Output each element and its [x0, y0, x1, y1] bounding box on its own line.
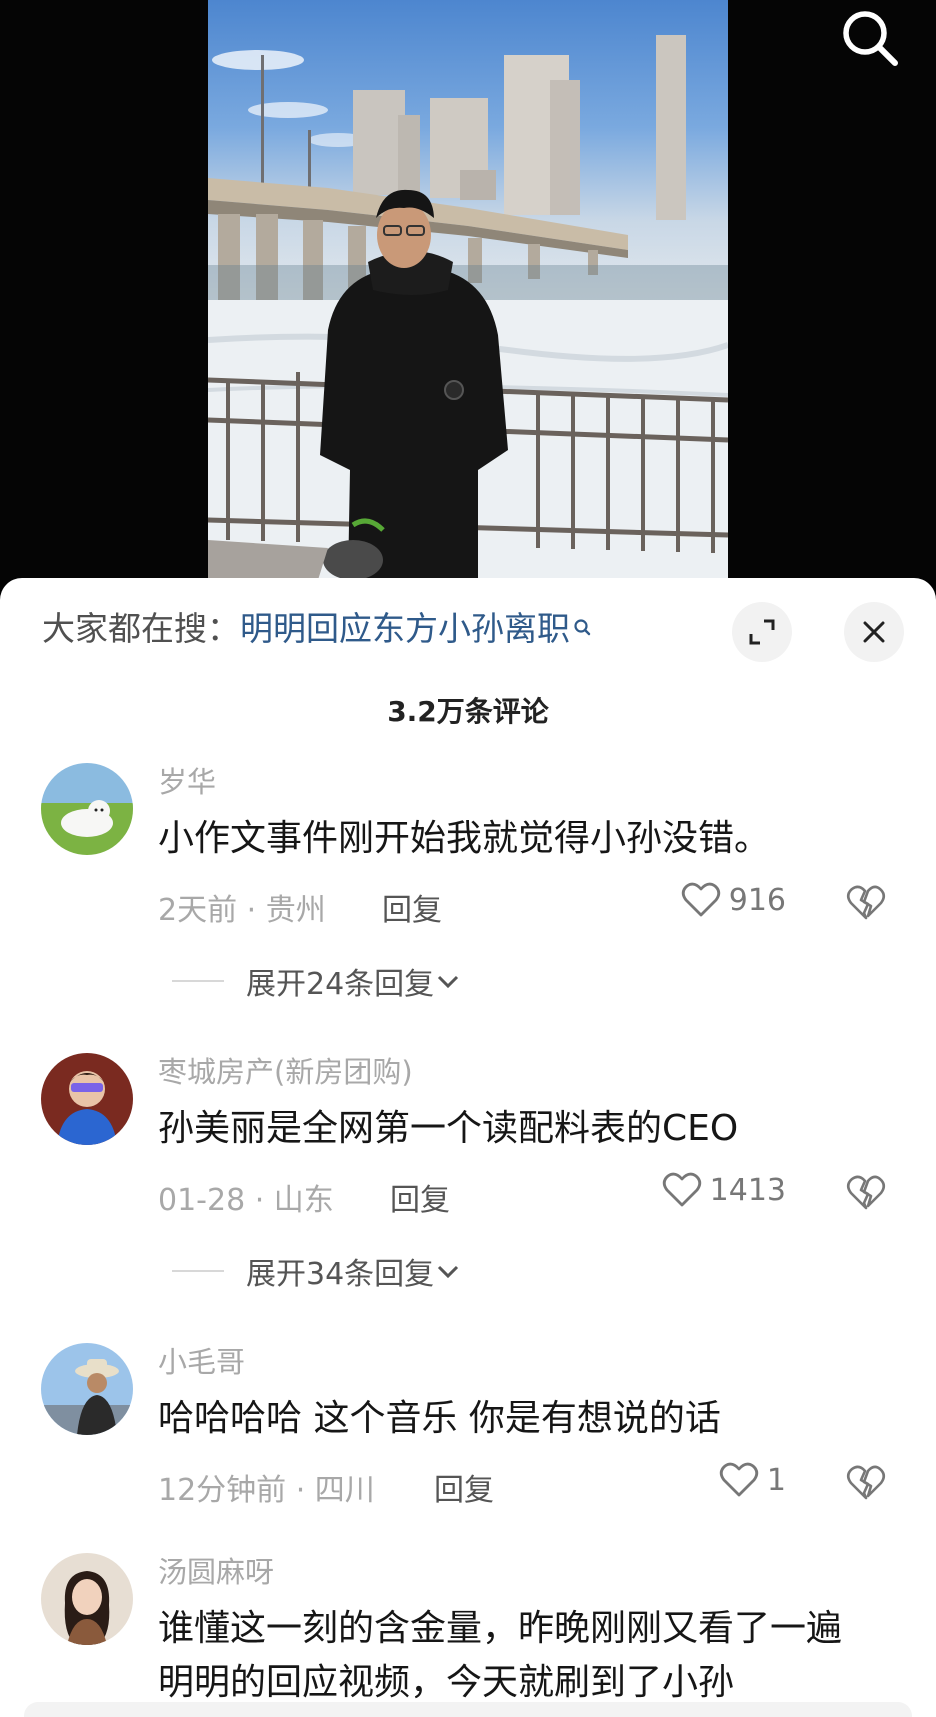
dislike-button[interactable] — [846, 883, 886, 923]
search-suggestion-prefix: 大家都在搜： — [42, 609, 240, 648]
dislike-button[interactable] — [846, 1463, 886, 1503]
avatar[interactable] — [41, 763, 133, 855]
close-icon — [863, 621, 885, 643]
broken-heart-icon — [846, 1175, 886, 1210]
like-button[interactable]: 1 — [719, 1461, 786, 1499]
broken-heart-icon — [846, 885, 886, 920]
comment-sheet: 大家都在搜：明明回应东方小孙离职 3.2万条评论 岁华 小作文事件刚开始我就觉得 — [0, 578, 936, 1717]
comment-text: 小作文事件刚开始我就觉得小孙没错。 — [158, 818, 771, 859]
comment-username[interactable]: 汤圆麻呀 — [158, 1549, 274, 1591]
like-count: 916 — [728, 882, 786, 918]
comment-username[interactable]: 枣城房产(新房团购) — [158, 1049, 413, 1091]
comment-username[interactable]: 小毛哥 — [158, 1339, 245, 1381]
heart-outline-icon — [681, 882, 720, 917]
comment-text: 谁懂这一刻的含金量，昨晚刚刚又看了一遍 — [158, 1608, 843, 1649]
avatar[interactable] — [41, 1053, 133, 1145]
search-suggestion[interactable]: 大家都在搜：明明回应东方小孙离职 — [42, 606, 592, 652]
reply-button[interactable]: 回复 — [434, 1465, 494, 1509]
avatar[interactable] — [41, 1343, 133, 1435]
expand-icon — [749, 619, 775, 645]
expand-replies-label: 展开24条回复 — [246, 967, 435, 1002]
chevron-down-icon — [438, 975, 459, 989]
video-player[interactable] — [0, 0, 936, 580]
comment-meta: 01-28 · 山东 — [158, 1183, 334, 1218]
comment-text-line2: 明明的回应视频，今天就刷到了小孙 — [158, 1662, 735, 1703]
comment-username[interactable]: 岁华 — [158, 759, 216, 801]
divider — [172, 980, 224, 982]
reply-button[interactable]: 回复 — [382, 885, 442, 929]
dislike-button[interactable] — [846, 1173, 886, 1213]
search-icon — [843, 11, 898, 66]
broken-heart-icon — [846, 1465, 886, 1500]
comment-input-bar[interactable] — [24, 1702, 912, 1717]
divider — [172, 1270, 224, 1272]
comment-text: 孙美丽是全网第一个读配料表的CEO — [158, 1108, 739, 1149]
video-frame[interactable] — [208, 0, 728, 580]
comment-text: 哈哈哈哈 这个音乐 你是有想说的话 — [158, 1398, 721, 1439]
comment-count: 3.2万条评论 — [387, 695, 549, 728]
comment-meta: 2天前 · 贵州 — [158, 893, 326, 928]
search-icon — [572, 606, 592, 652]
comment-meta: 12分钟前 · 四川 — [158, 1473, 375, 1508]
expand-button[interactable] — [732, 602, 792, 662]
search-suggestion-query[interactable]: 明明回应东方小孙离职 — [240, 609, 570, 648]
like-button[interactable]: 916 — [681, 881, 786, 919]
video-search-button[interactable] — [838, 6, 902, 70]
like-count: 1413 — [709, 1172, 786, 1208]
chevron-down-icon — [438, 1265, 459, 1279]
expand-replies-button[interactable]: 展开24条回复 — [172, 959, 462, 1003]
like-count: 1 — [766, 1462, 786, 1498]
close-button[interactable] — [844, 602, 904, 662]
video-scene — [208, 35, 728, 580]
like-button[interactable]: 1413 — [662, 1171, 786, 1209]
expand-replies-label: 展开34条回复 — [246, 1257, 435, 1292]
reply-button[interactable]: 回复 — [390, 1175, 450, 1219]
avatar[interactable] — [41, 1553, 133, 1645]
heart-outline-icon — [662, 1172, 701, 1207]
expand-replies-button[interactable]: 展开34条回复 — [172, 1249, 462, 1293]
heart-outline-icon — [719, 1462, 759, 1497]
